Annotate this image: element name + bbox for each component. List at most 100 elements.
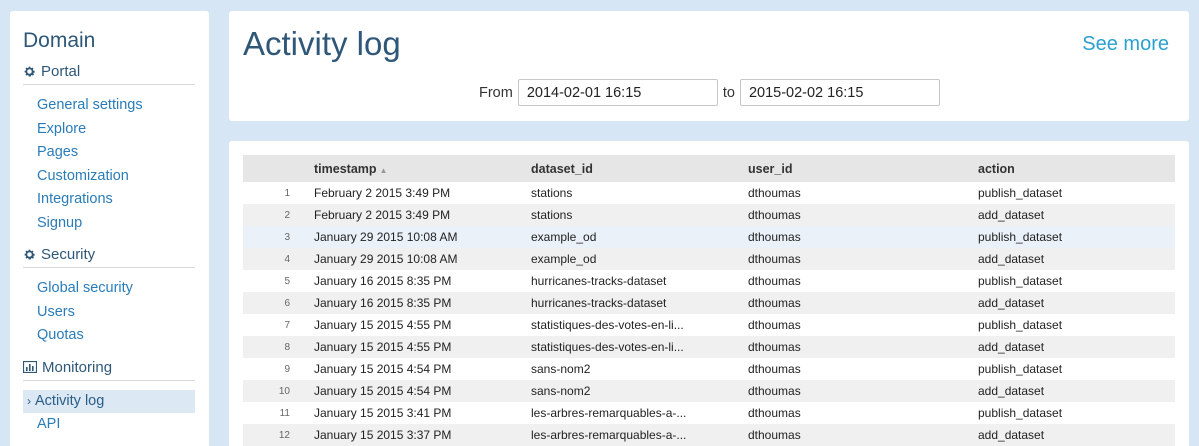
cell-dataset-id: example_od bbox=[531, 230, 597, 244]
section-portal: Portal bbox=[23, 61, 195, 85]
cell-user-id: dthoumas bbox=[748, 296, 801, 310]
table-row[interactable]: 2 February 2 2015 3:49 PM stations dthoumas… bbox=[243, 204, 1175, 226]
cell-timestamp: January 29 2015 10:08 AM bbox=[314, 230, 458, 244]
cell-action: add_dataset bbox=[978, 208, 1045, 222]
cell-timestamp: January 16 2015 8:35 PM bbox=[314, 296, 452, 310]
cell-user-id: dthoumas bbox=[748, 208, 801, 222]
gear-icon bbox=[24, 249, 35, 260]
cell-user-id: dthoumas bbox=[748, 362, 801, 376]
cell-action: add_dataset bbox=[978, 384, 1045, 398]
cell-dataset-id: les-arbres-remarquables-a-... bbox=[531, 406, 687, 420]
column-header-dataset-id[interactable]: dataset_id bbox=[531, 155, 748, 182]
cell-user-id: dthoumas bbox=[748, 384, 801, 398]
cell-dataset-id: stations bbox=[531, 186, 573, 200]
cell-action: add_dataset bbox=[978, 340, 1045, 354]
cell-timestamp: January 15 2015 3:37 PM bbox=[314, 428, 452, 442]
sidebar-item-label: Activity log bbox=[35, 392, 105, 409]
column-header-timestamp[interactable]: timestamp ▲ bbox=[314, 155, 531, 182]
sidebar-item-integrations[interactable]: Integrations bbox=[23, 188, 195, 212]
page-title: Activity log bbox=[243, 25, 401, 62]
cell-action: publish_dataset bbox=[978, 274, 1063, 288]
cell-timestamp: January 15 2015 4:54 PM bbox=[314, 362, 452, 376]
table-row[interactable]: 6 January 16 2015 8:35 PM hurricanes-track… bbox=[243, 292, 1175, 314]
row-number: 9 bbox=[284, 363, 290, 375]
sidebar-item-general-settings[interactable]: General settings bbox=[23, 94, 195, 118]
table-header-row: timestamp ▲ dataset_id user_id action bbox=[243, 155, 1175, 182]
cell-timestamp: January 15 2015 4:55 PM bbox=[314, 318, 452, 332]
row-number: 10 bbox=[278, 385, 290, 397]
cell-timestamp: January 15 2015 3:41 PM bbox=[314, 406, 452, 420]
table-row[interactable]: 1 February 2 2015 3:49 PM stations dthoumas… bbox=[243, 182, 1175, 204]
cell-timestamp: January 29 2015 10:08 AM bbox=[314, 252, 458, 266]
cell-user-id: dthoumas bbox=[748, 318, 801, 332]
row-number: 7 bbox=[284, 319, 290, 331]
cell-action: publish_dataset bbox=[978, 230, 1063, 244]
sidebar-item-pages[interactable]: Pages bbox=[23, 141, 195, 165]
cell-user-id: dthoumas bbox=[748, 406, 801, 420]
sidebar: Domain Portal General settings Explore P… bbox=[10, 11, 209, 446]
sidebar-item-quotas[interactable]: Quotas bbox=[23, 324, 195, 348]
table-row[interactable]: 5 January 16 2015 8:35 PM hurricanes-track… bbox=[243, 270, 1175, 292]
see-more-link[interactable]: See more bbox=[1082, 33, 1169, 56]
sidebar-item-signup[interactable]: Signup bbox=[23, 212, 195, 236]
sidebar-item-customization[interactable]: Customization bbox=[23, 165, 195, 189]
column-header-label: timestamp bbox=[314, 161, 377, 176]
section-monitoring: Monitoring bbox=[23, 357, 195, 381]
row-number: 2 bbox=[284, 209, 290, 221]
table-body: 1 February 2 2015 3:49 PM stations dthoumas… bbox=[243, 182, 1175, 446]
cell-dataset-id: statistiques-des-votes-en-li... bbox=[531, 340, 684, 354]
row-number: 3 bbox=[284, 231, 290, 243]
activity-table-card: timestamp ▲ dataset_id user_id action 1 Fe… bbox=[229, 141, 1189, 446]
table-row[interactable]: 8 January 15 2015 4:55 PM statistiques-des… bbox=[243, 336, 1175, 358]
table-row[interactable]: 11 January 15 2015 3:41 PM les-arbres-rema… bbox=[243, 402, 1175, 424]
section-label: Security bbox=[41, 246, 96, 263]
from-date-input[interactable] bbox=[517, 79, 718, 106]
cell-timestamp: January 15 2015 4:55 PM bbox=[314, 340, 452, 354]
section-security: Security bbox=[23, 244, 195, 268]
cell-action: add_dataset bbox=[978, 428, 1045, 442]
cell-user-id: dthoumas bbox=[748, 428, 801, 442]
column-header-action[interactable]: action bbox=[978, 155, 1175, 182]
table-row[interactable]: 9 January 15 2015 4:54 PM sans-nom2 dthouma… bbox=[243, 358, 1175, 380]
cell-dataset-id: example_od bbox=[531, 252, 597, 266]
sidebar-item-global-security[interactable]: Global security bbox=[23, 277, 195, 301]
table-row[interactable]: 12 January 15 2015 3:37 PM les-arbres-rema… bbox=[243, 424, 1175, 446]
date-range: From to bbox=[479, 79, 940, 106]
section-label: Monitoring bbox=[42, 358, 113, 376]
cell-dataset-id: hurricanes-tracks-dataset bbox=[531, 274, 667, 288]
cell-action: publish_dataset bbox=[978, 318, 1063, 332]
section-label: Portal bbox=[41, 63, 81, 80]
sidebar-item-activity-log[interactable]: › Activity log bbox=[23, 389, 195, 413]
sidebar-title: Domain bbox=[23, 29, 96, 52]
row-number: 4 bbox=[284, 253, 290, 265]
cell-timestamp: January 16 2015 8:35 PM bbox=[314, 274, 452, 288]
to-date-input[interactable] bbox=[739, 79, 940, 106]
cell-action: publish_dataset bbox=[978, 186, 1063, 200]
cell-dataset-id: statistiques-des-votes-en-li... bbox=[531, 318, 684, 332]
sidebar-item-users[interactable]: Users bbox=[23, 301, 195, 325]
column-header-user-id[interactable]: user_id bbox=[748, 155, 978, 182]
activity-table: timestamp ▲ dataset_id user_id action 1 Fe… bbox=[243, 155, 1175, 446]
table-row[interactable]: 4 January 29 2015 10:08 AM example_od dthou… bbox=[243, 248, 1175, 270]
cell-user-id: dthoumas bbox=[748, 230, 801, 244]
to-label: to bbox=[722, 84, 735, 101]
chevron-right-icon: › bbox=[27, 393, 31, 408]
table-row[interactable]: 3 January 29 2015 10:08 AM example_od dthou… bbox=[243, 226, 1175, 248]
cell-user-id: dthoumas bbox=[748, 274, 801, 288]
from-label: From bbox=[479, 84, 513, 101]
bar-chart-icon bbox=[23, 361, 37, 373]
table-row[interactable]: 10 January 15 2015 4:54 PM sans-nom2 dthoum… bbox=[243, 380, 1175, 402]
gear-icon bbox=[24, 66, 35, 77]
cell-dataset-id: les-arbres-remarquables-a-... bbox=[531, 428, 687, 442]
cell-timestamp: February 2 2015 3:49 PM bbox=[314, 208, 451, 222]
sort-ascending-icon: ▲ bbox=[379, 165, 388, 175]
sidebar-item-explore[interactable]: Explore bbox=[23, 118, 195, 142]
cell-action: publish_dataset bbox=[978, 362, 1063, 376]
row-number-header bbox=[243, 155, 314, 182]
table-row[interactable]: 7 January 15 2015 4:55 PM statistiques-des… bbox=[243, 314, 1175, 336]
row-number: 5 bbox=[284, 275, 290, 287]
row-number: 1 bbox=[284, 187, 290, 199]
cell-action: publish_dataset bbox=[978, 406, 1063, 420]
sidebar-item-api[interactable]: API bbox=[23, 413, 195, 437]
cell-timestamp: February 2 2015 3:49 PM bbox=[314, 186, 451, 200]
